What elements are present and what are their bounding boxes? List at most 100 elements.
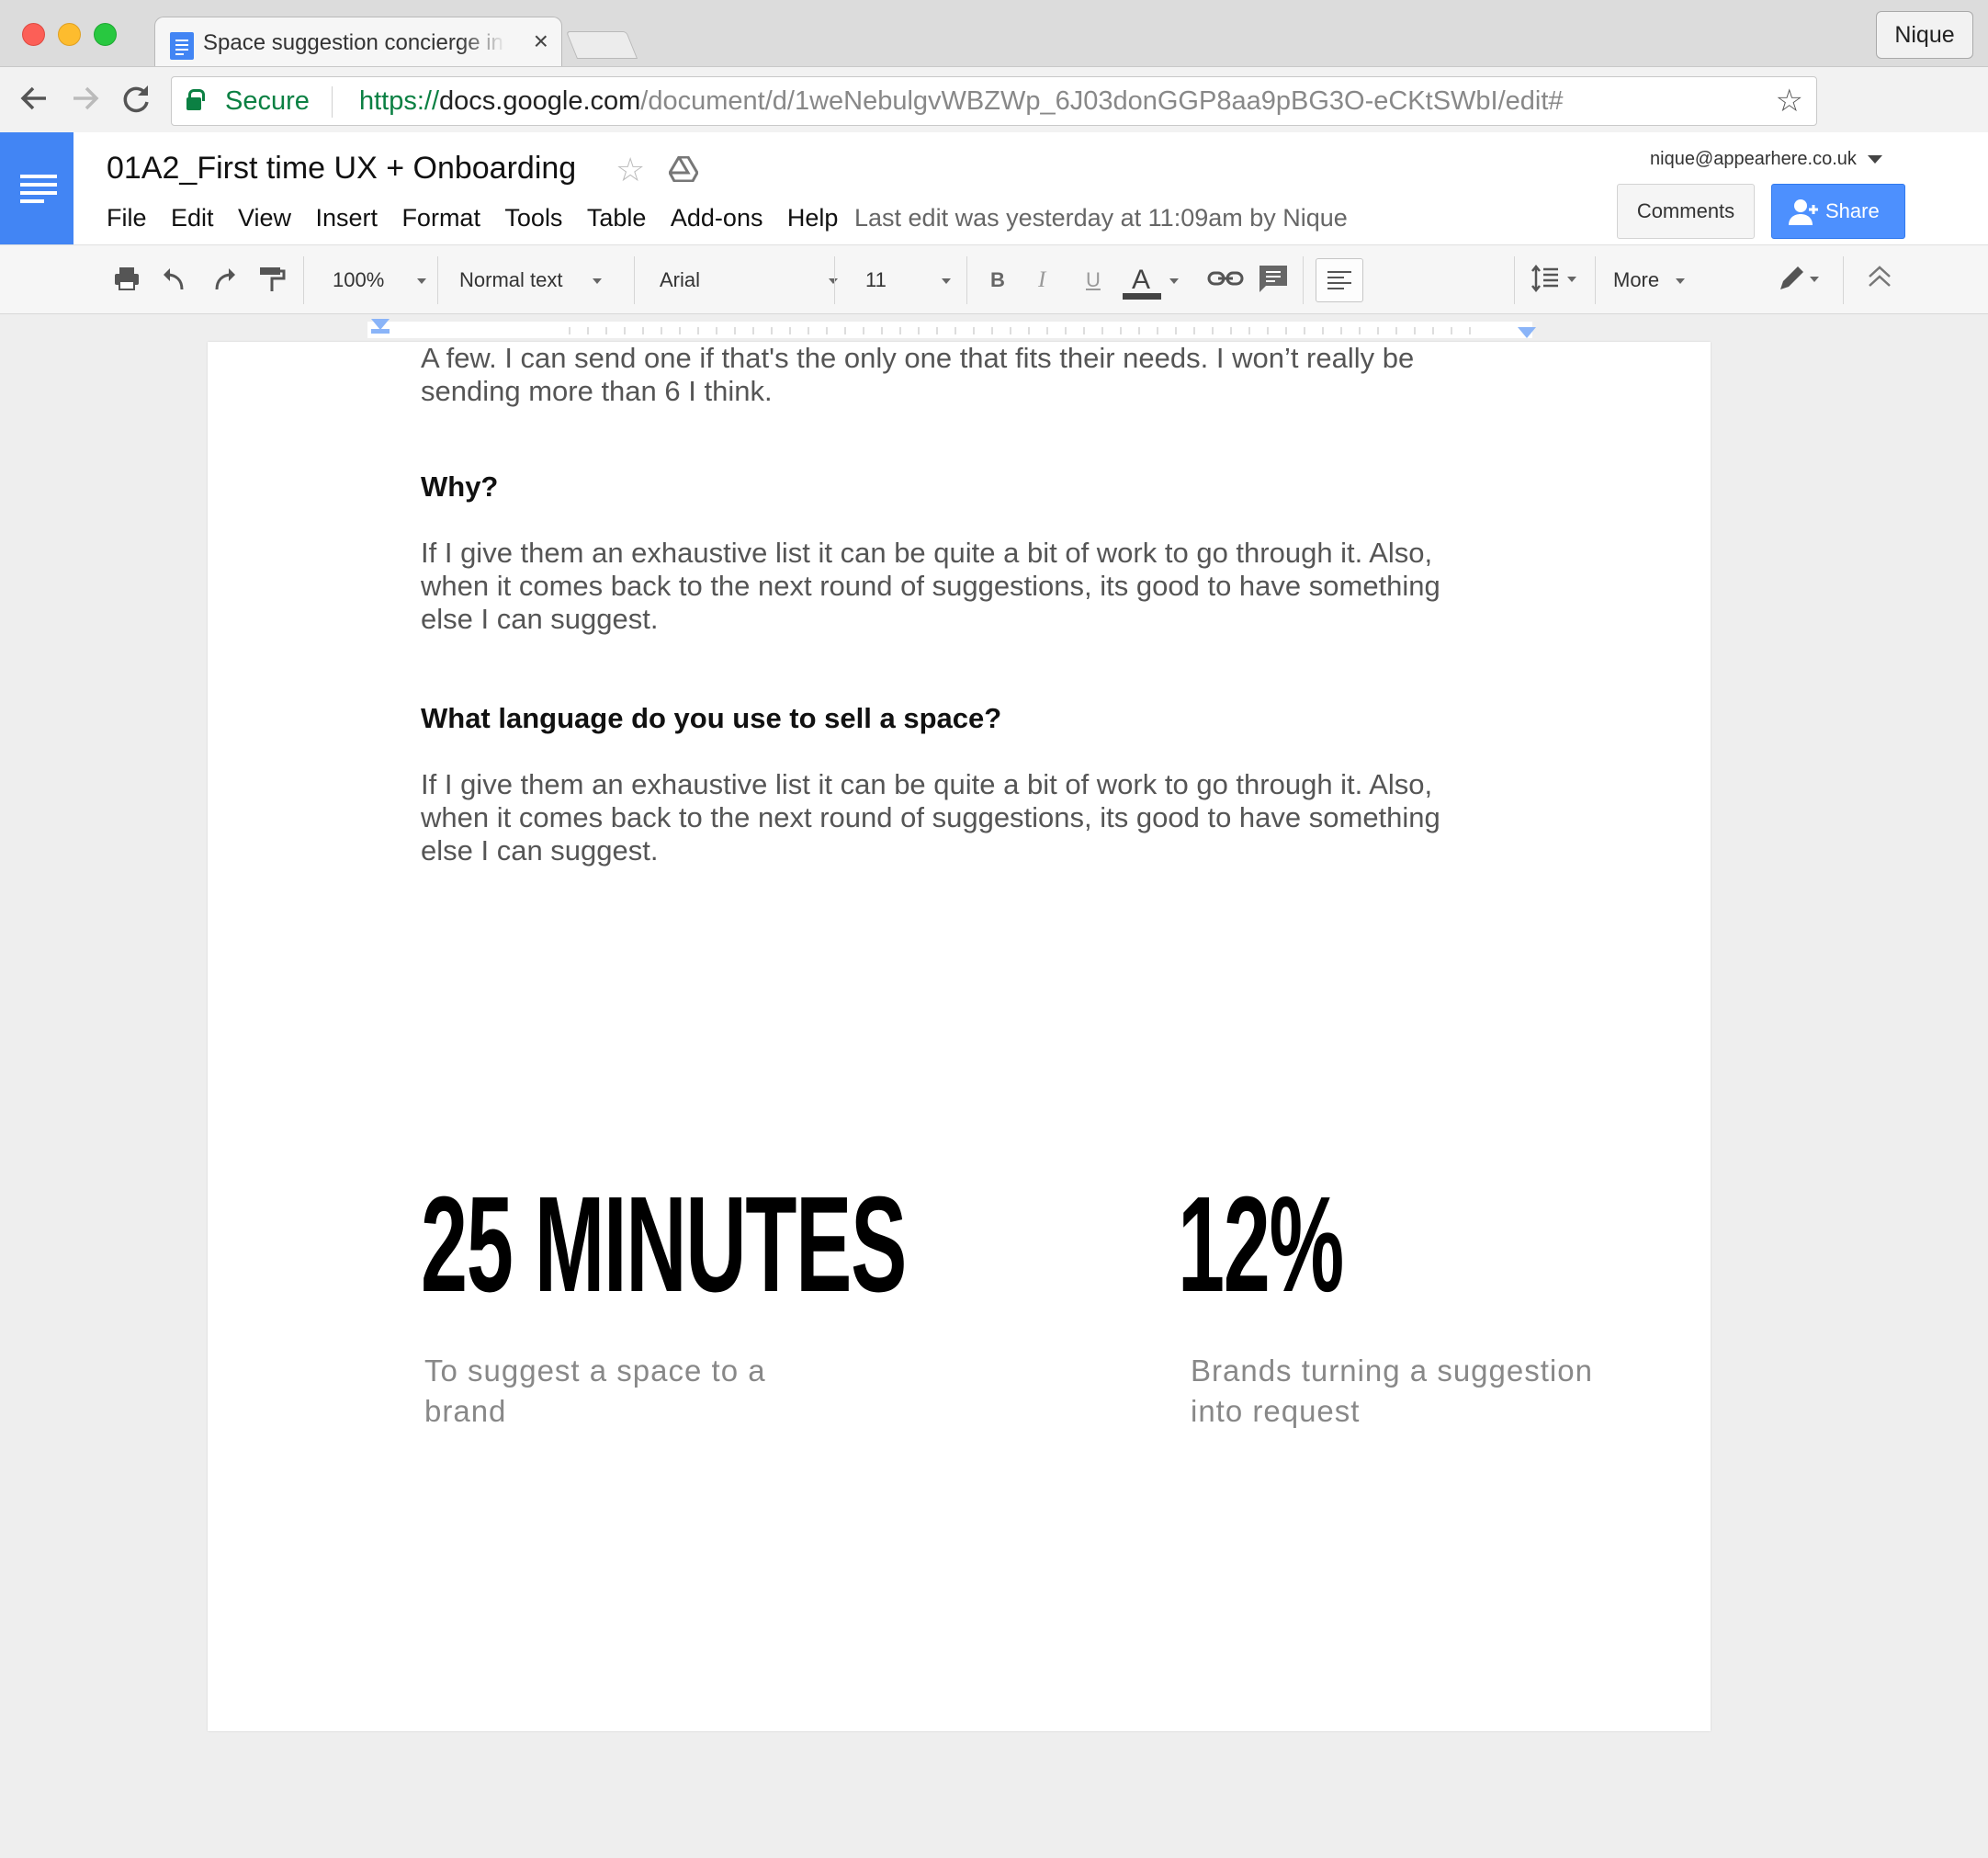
collapse-menus-chevron-icon[interactable] [1865, 262, 1894, 305]
toolbar-separator [1514, 256, 1515, 304]
url-scheme: https:// [359, 86, 440, 116]
address-bar-separator [332, 86, 333, 118]
right-indent-marker[interactable] [1518, 327, 1536, 338]
ruler [0, 314, 1988, 342]
paint-format-icon[interactable] [257, 262, 287, 305]
menu-tools[interactable]: Tools [504, 204, 562, 232]
insert-link-icon[interactable] [1207, 262, 1244, 305]
account-caret-icon [1867, 155, 1882, 164]
text-color-label: A [1132, 265, 1149, 295]
browser-tab-active[interactable]: Space suggestion concierge in × [154, 17, 562, 68]
url-text[interactable]: https://docs.google.com/document/d/1weNe… [359, 86, 1564, 117]
maximize-window-button[interactable] [94, 23, 117, 46]
last-edit-link[interactable]: Last edit was yesterday at 11:09am by Ni… [854, 204, 1348, 232]
more-label: More [1613, 268, 1660, 291]
secure-label: Secure [225, 86, 310, 116]
star-document-icon[interactable]: ☆ [616, 151, 645, 189]
toolbar-separator [834, 256, 835, 304]
share-button[interactable]: Share [1771, 184, 1905, 239]
share-person-icon [1789, 199, 1818, 225]
browser-toolbar: Secure https://docs.google.com/document/… [0, 66, 1988, 132]
stat-12-percent: 12% [1178, 1169, 1344, 1320]
redo-icon[interactable] [209, 262, 239, 305]
more-button[interactable]: More [1613, 245, 1686, 315]
account-email: nique@appearhere.co.uk [1650, 149, 1857, 169]
font-select[interactable]: Arial [660, 245, 839, 315]
underline-button[interactable]: U [1086, 245, 1101, 315]
forward-arrow-icon[interactable] [68, 74, 101, 131]
menu-view[interactable]: View [238, 204, 291, 232]
document-title[interactable]: 01A2_First time UX + Onboarding [107, 151, 576, 187]
font-size-value: 11 [865, 268, 887, 291]
text-color-button[interactable]: A [1132, 245, 1179, 315]
menu-add-ons[interactable]: Add-ons [671, 204, 763, 232]
stat-12-percent-caption: Brands turning a suggestion into request [1191, 1354, 1593, 1428]
first-line-indent-marker[interactable] [371, 329, 390, 334]
toolbar-separator [303, 256, 304, 304]
toolbar-separator [966, 256, 967, 304]
tab-title: Space suggestion concierge in [203, 30, 503, 55]
profile-button[interactable]: Nique [1876, 11, 1973, 59]
document-page[interactable]: A few. I can send one if that's the only… [208, 342, 1711, 1731]
text-color-swatch [1123, 293, 1161, 300]
tab-close-icon[interactable]: × [534, 27, 548, 56]
font-size-select[interactable]: 11 [865, 245, 951, 315]
toolbar-separator [1595, 256, 1596, 304]
stat-25-minutes-caption: To suggest a space to a brand [424, 1354, 766, 1428]
back-arrow-icon[interactable] [18, 74, 51, 131]
new-tab-button[interactable] [565, 31, 638, 59]
comments-button[interactable]: Comments [1617, 184, 1755, 239]
move-to-folder-icon[interactable] [668, 155, 699, 183]
address-bar[interactable]: Secure https://docs.google.com/document/… [171, 76, 1817, 126]
docs-header: 01A2_First time UX + Onboarding ☆ File E… [0, 132, 1988, 244]
menu-table[interactable]: Table [587, 204, 647, 232]
style-value: Normal text [459, 268, 563, 291]
paragraph-style-select[interactable]: Normal text [459, 245, 602, 315]
minimize-window-button[interactable] [58, 23, 81, 46]
bold-button[interactable]: B [990, 245, 1005, 315]
print-icon[interactable] [112, 262, 141, 305]
zoom-select[interactable]: 100% [333, 245, 427, 315]
style-caret-icon [592, 278, 602, 285]
toolbar-separator [1843, 256, 1844, 304]
lock-icon [186, 89, 205, 110]
share-label: Share [1825, 199, 1880, 222]
paragraph-few: A few. I can send one if that's the only… [421, 342, 1415, 407]
text-color-caret-icon [1169, 278, 1179, 285]
italic-button[interactable]: I [1038, 245, 1045, 315]
close-window-button[interactable] [22, 23, 45, 46]
align-left-button[interactable] [1316, 258, 1363, 302]
insert-comment-icon[interactable] [1257, 262, 1290, 305]
menu-file[interactable]: File [107, 204, 147, 232]
docs-menubar: File Edit View Insert Format Tools Table… [107, 204, 858, 232]
ruler-strip [367, 322, 1532, 338]
reload-icon[interactable] [119, 74, 152, 131]
menu-insert[interactable]: Insert [315, 204, 378, 232]
stat-25-minutes: 25 MINUTES [421, 1169, 907, 1320]
heading-language: What language do you use to sell a space… [421, 702, 1002, 734]
docs-home-icon[interactable] [0, 132, 73, 244]
toolbar-separator [1303, 256, 1304, 304]
heading-why: Why? [421, 470, 499, 503]
line-spacing-icon[interactable] [1531, 262, 1582, 305]
browser-titlebar: Space suggestion concierge in × Nique [0, 0, 1988, 68]
toolbar-separator [634, 256, 635, 304]
align-left-icon [1327, 271, 1351, 289]
undo-icon[interactable] [160, 262, 189, 305]
url-host: docs.google.com [439, 86, 641, 116]
paragraph-why-answer: If I give them an exhaustive list it can… [421, 537, 1440, 635]
account-switcher[interactable]: nique@appearhere.co.uk [1650, 149, 1882, 170]
menu-help[interactable]: Help [787, 204, 839, 232]
menu-format[interactable]: Format [401, 204, 480, 232]
font-value: Arial [660, 268, 701, 291]
formatting-toolbar: 100% Normal text Arial 11 B I U A More [0, 244, 1988, 531]
url-path: /document/d/1weNebulgvWBZWp_6J03donGGP8a… [640, 86, 1564, 116]
more-caret-icon [1676, 278, 1686, 285]
font-size-caret-icon [941, 278, 951, 285]
zoom-value: 100% [333, 268, 385, 291]
bookmark-star-icon[interactable]: ☆ [1776, 83, 1803, 119]
menu-edit[interactable]: Edit [171, 204, 214, 232]
zoom-caret-icon [417, 278, 427, 285]
docs-favicon-icon [170, 32, 194, 60]
editing-mode-pencil-icon[interactable] [1777, 262, 1824, 305]
